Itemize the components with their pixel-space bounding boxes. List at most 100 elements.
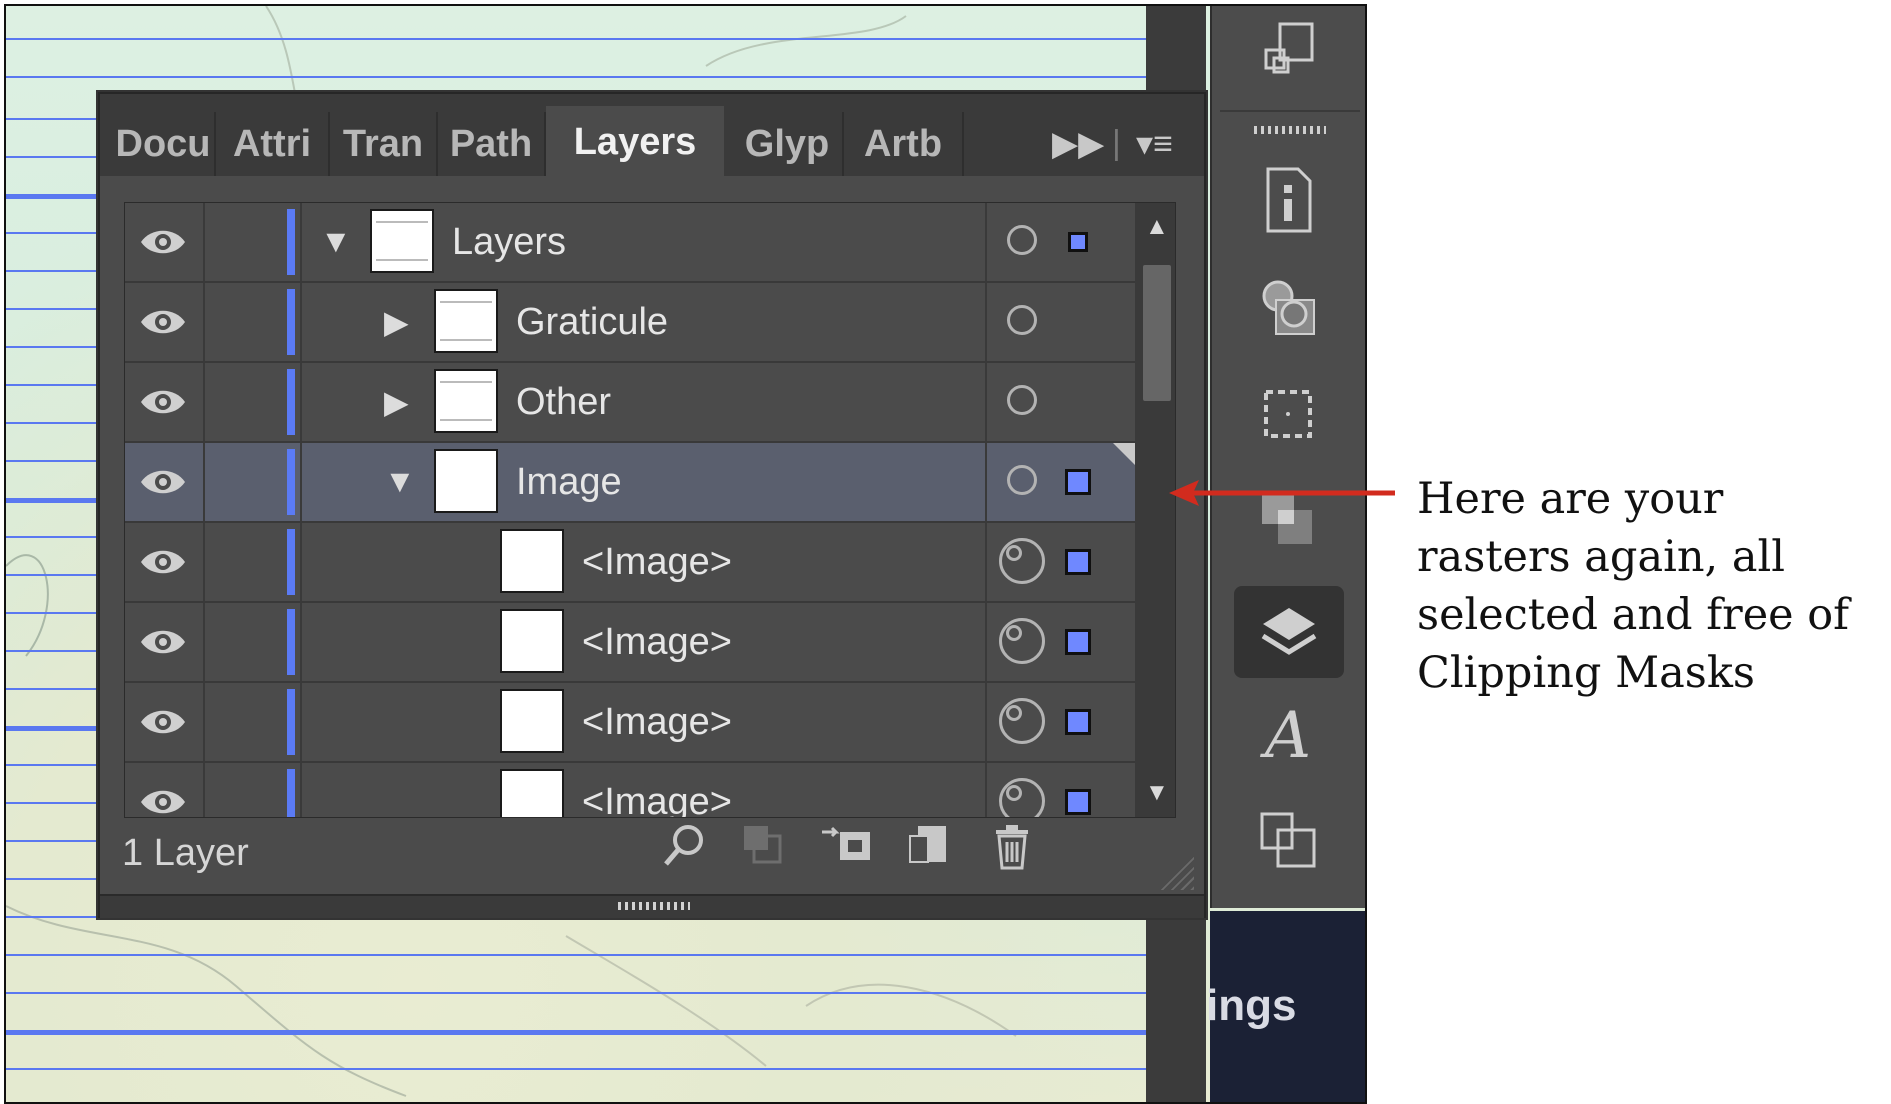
selection-indicator[interactable] (1068, 232, 1088, 252)
tab-transform[interactable]: Tran (330, 112, 438, 176)
collapse-triangle-icon[interactable]: ▼ (384, 463, 416, 500)
layer-thumbnail (434, 449, 498, 513)
visibility-eye-icon[interactable] (139, 225, 187, 259)
panel-tab-bar: Docu Attri Tran Path Layers Glyp Artb ▶▶… (100, 94, 1204, 178)
guide-line (6, 992, 1146, 994)
column-divider (203, 283, 205, 361)
column-divider (300, 763, 302, 817)
background-text: ings (1206, 981, 1297, 1030)
lock-toggle[interactable] (207, 603, 285, 681)
collapse-triangle-icon[interactable]: ▼ (320, 223, 352, 260)
layers-panel: Docu Attri Tran Path Layers Glyp Artb ▶▶… (98, 92, 1206, 918)
selection-indicator[interactable] (1065, 789, 1091, 815)
target-circle-icon[interactable] (1007, 465, 1037, 495)
visibility-eye-icon[interactable] (139, 385, 187, 419)
tab-layers[interactable]: Layers (546, 106, 724, 178)
layer-row[interactable]: ▶ Other (125, 363, 1135, 443)
column-divider (203, 203, 205, 281)
selection-indicator[interactable] (1065, 549, 1091, 575)
document-info-icon[interactable] (1252, 164, 1324, 236)
layer-row[interactable]: ▶ Graticule (125, 283, 1135, 363)
layer-color-bar (287, 609, 295, 675)
make-clipping-mask-icon[interactable] (818, 822, 874, 876)
target-circle-icon[interactable] (1007, 385, 1037, 415)
tab-glyphs[interactable]: Glyp (732, 112, 844, 176)
expand-triangle-icon[interactable]: ▶ (384, 303, 409, 341)
scroll-down-arrow[interactable]: ▼ (1145, 779, 1169, 807)
tab-artboards[interactable]: Artb (844, 112, 964, 176)
scroll-up-arrow[interactable]: ▲ (1145, 213, 1169, 241)
layer-row[interactable]: <Image> (125, 763, 1135, 817)
layer-name[interactable]: <Image> (582, 621, 732, 664)
layer-row[interactable]: ▼ Image (125, 443, 1135, 523)
column-divider (300, 603, 302, 681)
column-divider (203, 363, 205, 441)
tab-document-info[interactable]: Docu (112, 112, 216, 176)
panel-grip[interactable] (618, 902, 690, 910)
target-circle-icon[interactable] (999, 698, 1045, 744)
new-sublayer-icon[interactable] (906, 822, 950, 876)
visibility-eye-icon[interactable] (139, 785, 187, 817)
transform-icon[interactable] (1252, 804, 1324, 876)
layer-name[interactable]: Layers (452, 221, 566, 264)
layer-name[interactable]: <Image> (582, 701, 732, 744)
target-circle-icon[interactable] (999, 618, 1045, 664)
collapse-panels-icon[interactable]: ▶▶ (1052, 124, 1104, 164)
column-divider (203, 683, 205, 761)
color-guide-icon[interactable] (1252, 270, 1324, 342)
lock-toggle[interactable] (207, 283, 285, 361)
collect-for-export-icon[interactable] (740, 822, 784, 876)
column-divider (203, 603, 205, 681)
target-circle-icon[interactable] (1007, 305, 1037, 335)
layer-thumbnail (500, 769, 564, 817)
panel-resize-handle[interactable] (1154, 850, 1194, 890)
dock-grip[interactable] (1254, 126, 1326, 134)
layer-name[interactable]: Image (516, 461, 622, 504)
column-divider (985, 203, 987, 281)
selection-indicator[interactable] (1065, 629, 1091, 655)
lock-toggle[interactable] (207, 763, 285, 817)
visibility-eye-icon[interactable] (139, 545, 187, 579)
tab-pathfinder[interactable]: Path (438, 112, 546, 176)
layer-color-bar (287, 689, 295, 755)
selection-indicator[interactable] (1065, 709, 1091, 735)
target-circle-icon[interactable] (1007, 225, 1037, 255)
lock-toggle[interactable] (207, 203, 285, 281)
layer-row[interactable]: ▼ Layers (125, 203, 1135, 283)
lock-toggle[interactable] (207, 363, 285, 441)
layers-scrollbar[interactable]: ▲ ▼ (1139, 203, 1175, 817)
layer-row[interactable]: <Image> (125, 683, 1135, 763)
lock-toggle[interactable] (207, 523, 285, 601)
column-divider (300, 363, 302, 441)
visibility-eye-icon[interactable] (139, 465, 187, 499)
layers-list: ▼ Layers ▶ Graticule ▶ Other ▼ Image <Image> <Ima… (124, 202, 1176, 818)
selection-indicator[interactable] (1065, 469, 1091, 495)
column-divider (985, 603, 987, 681)
layers-icon[interactable] (1234, 586, 1344, 678)
scroll-thumb[interactable] (1143, 265, 1171, 401)
visibility-eye-icon[interactable] (139, 705, 187, 739)
layer-name[interactable]: <Image> (582, 781, 732, 817)
search-icon[interactable] (660, 822, 708, 880)
panel-menu-icon[interactable]: ▾≡ (1136, 124, 1173, 164)
layer-name[interactable]: Other (516, 381, 611, 424)
trash-icon[interactable] (990, 822, 1034, 880)
artboard-icon[interactable] (1252, 378, 1324, 450)
column-divider (985, 683, 987, 761)
expand-triangle-icon[interactable]: ▶ (384, 383, 409, 421)
lock-toggle[interactable] (207, 683, 285, 761)
character-styles-icon[interactable]: A (1252, 699, 1324, 773)
lock-toggle[interactable] (207, 443, 285, 521)
target-circle-icon[interactable] (999, 778, 1045, 817)
layer-row[interactable]: <Image> (125, 523, 1135, 603)
visibility-eye-icon[interactable] (139, 305, 187, 339)
tab-attributes[interactable]: Attri (216, 112, 330, 176)
layer-name[interactable]: Graticule (516, 301, 668, 344)
target-circle-icon[interactable] (999, 538, 1045, 584)
dock-separator (1220, 110, 1360, 112)
layer-name[interactable]: <Image> (582, 541, 732, 584)
layer-row[interactable]: <Image> (125, 603, 1135, 683)
arrange-documents-icon[interactable] (1252, 14, 1324, 86)
visibility-eye-icon[interactable] (139, 625, 187, 659)
column-divider (300, 203, 302, 281)
